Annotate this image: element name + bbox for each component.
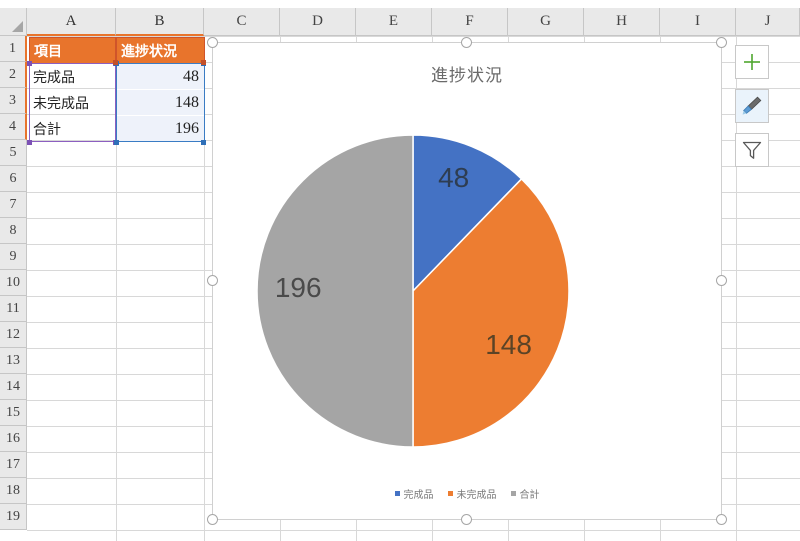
chart-handle-bottom-center[interactable]: [461, 514, 472, 525]
row-header-7[interactable]: 7: [0, 192, 27, 218]
gridline-horizontal: [27, 36, 800, 37]
legend-item-2[interactable]: 合計: [510, 486, 540, 501]
row-header-14[interactable]: 14: [0, 374, 27, 400]
column-header-f[interactable]: F: [432, 8, 508, 36]
range-handle-br-blue[interactable]: [201, 140, 206, 145]
legend-label: 完成品: [403, 490, 434, 501]
row-header-4[interactable]: 4: [0, 114, 27, 140]
cell-B3[interactable]: 148: [116, 90, 204, 115]
cell-B4[interactable]: 196: [116, 116, 204, 141]
cell-A1[interactable]: 項目: [29, 38, 115, 63]
chart-handle-mid-right[interactable]: [716, 275, 727, 286]
pie-chart-object[interactable]: 進捗状況 48 148 196 完成品 未完成品 合計: [212, 42, 722, 520]
chart-elements-button[interactable]: [735, 45, 769, 79]
row-header-19[interactable]: 19: [0, 504, 27, 530]
chart-handle-bottom-right[interactable]: [716, 514, 727, 525]
row-header-6[interactable]: 6: [0, 166, 27, 192]
legend-item-0[interactable]: 完成品: [394, 486, 434, 501]
column-header-j[interactable]: J: [736, 8, 800, 36]
column-header-b[interactable]: B: [116, 8, 204, 36]
range-handle-bl-blue[interactable]: [114, 140, 119, 145]
column-header-h[interactable]: H: [584, 8, 660, 36]
pie-svg: [256, 134, 570, 448]
chart-legend[interactable]: 完成品 未完成品 合計: [213, 486, 721, 501]
row-header-15[interactable]: 15: [0, 400, 27, 426]
column-header-g[interactable]: G: [508, 8, 584, 36]
legend-swatch-icon: [447, 491, 453, 496]
paintbrush-icon: [742, 96, 762, 115]
row-header-17[interactable]: 17: [0, 452, 27, 478]
chart-styles-button[interactable]: [735, 89, 769, 123]
chart-handle-mid-left[interactable]: [207, 275, 218, 286]
range-handle-orange-a[interactable]: [113, 60, 118, 65]
range-handle-orange-b[interactable]: [201, 60, 206, 65]
select-all-corner[interactable]: [0, 8, 27, 36]
chart-handle-top-right[interactable]: [716, 37, 727, 48]
row-header-5[interactable]: 5: [0, 140, 27, 166]
column-header-e[interactable]: E: [356, 8, 432, 36]
funnel-icon: [742, 141, 762, 159]
cell-A2[interactable]: 完成品: [29, 64, 115, 89]
range-handle-tl-purple[interactable]: [27, 61, 32, 66]
row-header-16[interactable]: 16: [0, 426, 27, 452]
excel-worksheet-screen: ABCDEFGHIJ 1 2 3 4 5 6 7 8 9 10 11 12 13 14 15 16 17 18 19…: [0, 0, 800, 541]
row-header-12[interactable]: 12: [0, 322, 27, 348]
row-header-13[interactable]: 13: [0, 348, 27, 374]
row-header-11[interactable]: 11: [0, 296, 27, 322]
range-handle-bl-purple[interactable]: [27, 140, 32, 145]
row-header-8[interactable]: 8: [0, 218, 27, 244]
chart-title[interactable]: 進捗状況: [213, 61, 721, 86]
chart-handle-bottom-left[interactable]: [207, 514, 218, 525]
row-header-9[interactable]: 9: [0, 244, 27, 270]
column-header-d[interactable]: D: [280, 8, 356, 36]
row-header-1[interactable]: 1: [0, 36, 27, 62]
row-header-10[interactable]: 10: [0, 270, 27, 296]
legend-swatch-icon: [394, 491, 400, 496]
legend-item-1[interactable]: 未完成品: [447, 486, 497, 501]
cell-A4[interactable]: 合計: [29, 116, 115, 141]
gridline-vertical: [204, 36, 205, 541]
cell-A3[interactable]: 未完成品: [29, 90, 115, 115]
pie-slice-合計[interactable]: [256, 134, 414, 448]
column-header-i[interactable]: I: [660, 8, 736, 36]
cell-B2[interactable]: 48: [116, 64, 204, 89]
gridline-horizontal: [27, 530, 800, 531]
chart-handle-top-left[interactable]: [207, 37, 218, 48]
legend-label: 合計: [519, 490, 540, 501]
chart-handle-top-center[interactable]: [461, 37, 472, 48]
row-header-3[interactable]: 3: [0, 88, 27, 114]
row-header-18[interactable]: 18: [0, 478, 27, 504]
chart-filters-button[interactable]: [735, 133, 769, 167]
select-all-triangle-icon: [12, 21, 23, 32]
legend-swatch-icon: [510, 491, 516, 496]
column-header-a[interactable]: A: [27, 8, 116, 36]
legend-label: 未完成品: [456, 490, 497, 501]
column-header-c[interactable]: C: [204, 8, 280, 36]
pie-plot-area[interactable]: 48 148 196: [256, 134, 570, 448]
plus-icon: [744, 54, 760, 70]
chart-side-buttons[interactable]: [735, 45, 769, 177]
cell-B1[interactable]: 進捗状況: [116, 38, 204, 63]
row-header-2[interactable]: 2: [0, 62, 27, 88]
